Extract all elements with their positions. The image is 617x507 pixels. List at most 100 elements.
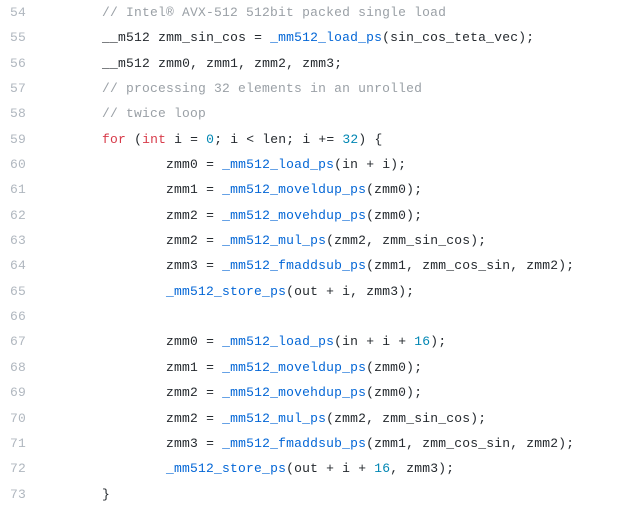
code-line[interactable]: zmm2 = _mm512_mul_ps(zmm2, zmm_sin_cos); <box>38 228 574 253</box>
token-punc: ; <box>398 157 406 172</box>
token-punc <box>318 284 326 299</box>
token-punc <box>246 30 254 45</box>
line-number: 67 <box>10 329 26 354</box>
code-line[interactable]: zmm1 = _mm512_moveldup_ps(zmm0); <box>38 355 574 380</box>
indent <box>38 329 166 354</box>
token-op: = <box>206 411 214 426</box>
token-punc <box>198 157 206 172</box>
indent <box>38 25 102 50</box>
code-line[interactable]: zmm3 = _mm512_fmaddsub_ps(zmm1, zmm_cos_… <box>38 253 574 278</box>
code-line[interactable]: zmm0 = _mm512_load_ps(in + i); <box>38 152 574 177</box>
token-ident: zmm2 <box>254 56 286 71</box>
code-line[interactable]: } <box>38 482 574 507</box>
token-punc: ; <box>414 360 422 375</box>
token-punc <box>414 436 422 451</box>
code-line[interactable] <box>38 304 574 329</box>
token-punc <box>358 157 366 172</box>
token-punc <box>262 30 270 45</box>
token-punc: ( <box>366 208 374 223</box>
token-punc <box>198 258 206 273</box>
line-number: 56 <box>10 51 26 76</box>
token-ident: zmm0 <box>374 182 406 197</box>
line-number: 66 <box>10 304 26 329</box>
token-ident: zmm1 <box>374 436 406 451</box>
token-ident: zmm_sin_cos <box>382 411 470 426</box>
code-line[interactable]: zmm3 = _mm512_fmaddsub_ps(zmm1, zmm_cos_… <box>38 431 574 456</box>
token-ident: zmm0 <box>166 157 198 172</box>
code-line[interactable]: // processing 32 elements in an unrolled <box>38 76 574 101</box>
code-line[interactable]: _mm512_store_ps(out + i + 16, zmm3); <box>38 456 574 481</box>
token-func: _mm512_moveldup_ps <box>222 182 366 197</box>
token-kw: int <box>142 132 166 147</box>
token-func: _mm512_store_ps <box>166 461 286 476</box>
token-punc <box>214 385 222 400</box>
code-line[interactable]: zmm2 = _mm512_movehdup_ps(zmm0); <box>38 380 574 405</box>
line-number: 62 <box>10 203 26 228</box>
token-punc <box>246 56 254 71</box>
token-punc: , <box>406 258 414 273</box>
token-punc <box>318 461 326 476</box>
token-ident: zmm2 <box>334 233 366 248</box>
token-ident: i <box>342 461 350 476</box>
code-line[interactable]: // Intel® AVX-512 512bit packed single l… <box>38 0 574 25</box>
code-line[interactable]: // twice loop <box>38 101 574 126</box>
indent <box>38 279 166 304</box>
token-punc: ; <box>566 436 574 451</box>
token-punc: ; <box>438 334 446 349</box>
code-line[interactable]: zmm2 = _mm512_movehdup_ps(zmm0); <box>38 203 574 228</box>
token-ident: zmm2 <box>334 411 366 426</box>
code-line[interactable]: for (int i = 0; i < len; i += 32) { <box>38 127 574 152</box>
token-punc <box>126 132 134 147</box>
indent <box>38 456 166 481</box>
code-area[interactable]: // Intel® AVX-512 512bit packed single l… <box>38 0 582 507</box>
line-number: 65 <box>10 279 26 304</box>
token-punc: ( <box>134 132 142 147</box>
token-op: = <box>254 30 262 45</box>
code-line[interactable]: zmm0 = _mm512_load_ps(in + i + 16); <box>38 329 574 354</box>
token-punc <box>214 157 222 172</box>
code-editor[interactable]: 5455565758596061626364656667686970717273… <box>0 0 617 507</box>
indent <box>38 406 166 431</box>
token-ident: zmm0 <box>374 208 406 223</box>
token-punc <box>198 411 206 426</box>
token-op: = <box>206 157 214 172</box>
token-ident: zmm3 <box>302 56 334 71</box>
token-num: 16 <box>374 461 390 476</box>
token-punc: ( <box>334 157 342 172</box>
line-number: 69 <box>10 380 26 405</box>
indent <box>38 152 166 177</box>
code-line[interactable]: __m512 zmm_sin_cos = _mm512_load_ps(sin_… <box>38 25 574 50</box>
token-punc: ; <box>334 56 342 71</box>
token-op: + <box>366 157 374 172</box>
token-punc <box>214 233 222 248</box>
code-line[interactable]: zmm1 = _mm512_moveldup_ps(zmm0); <box>38 177 574 202</box>
code-line[interactable]: _mm512_store_ps(out + i, zmm3); <box>38 279 574 304</box>
token-punc: , <box>238 56 246 71</box>
token-punc <box>150 56 158 71</box>
token-ident: zmm3 <box>166 436 198 451</box>
token-punc: ( <box>366 360 374 375</box>
token-punc <box>334 461 342 476</box>
token-punc <box>214 334 222 349</box>
token-punc: } <box>102 487 110 502</box>
token-punc <box>198 182 206 197</box>
token-punc <box>414 258 422 273</box>
token-ident: zmm_sin_cos <box>158 30 246 45</box>
token-punc <box>294 56 302 71</box>
token-punc <box>214 411 222 426</box>
token-punc: ( <box>366 436 374 451</box>
code-line[interactable]: __m512 zmm0, zmm1, zmm2, zmm3; <box>38 51 574 76</box>
indent <box>38 127 102 152</box>
token-ident: sin_cos_teta_vec <box>390 30 518 45</box>
code-line[interactable]: zmm2 = _mm512_mul_ps(zmm2, zmm_sin_cos); <box>38 406 574 431</box>
token-num: 0 <box>206 132 214 147</box>
token-ident: zmm0 <box>166 334 198 349</box>
token-punc: ) <box>406 182 414 197</box>
line-number: 64 <box>10 253 26 278</box>
token-op: = <box>206 258 214 273</box>
line-number: 59 <box>10 127 26 152</box>
token-ident: in <box>342 334 358 349</box>
indent <box>38 0 102 25</box>
line-number: 58 <box>10 101 26 126</box>
token-func: _mm512_movehdup_ps <box>222 385 366 400</box>
